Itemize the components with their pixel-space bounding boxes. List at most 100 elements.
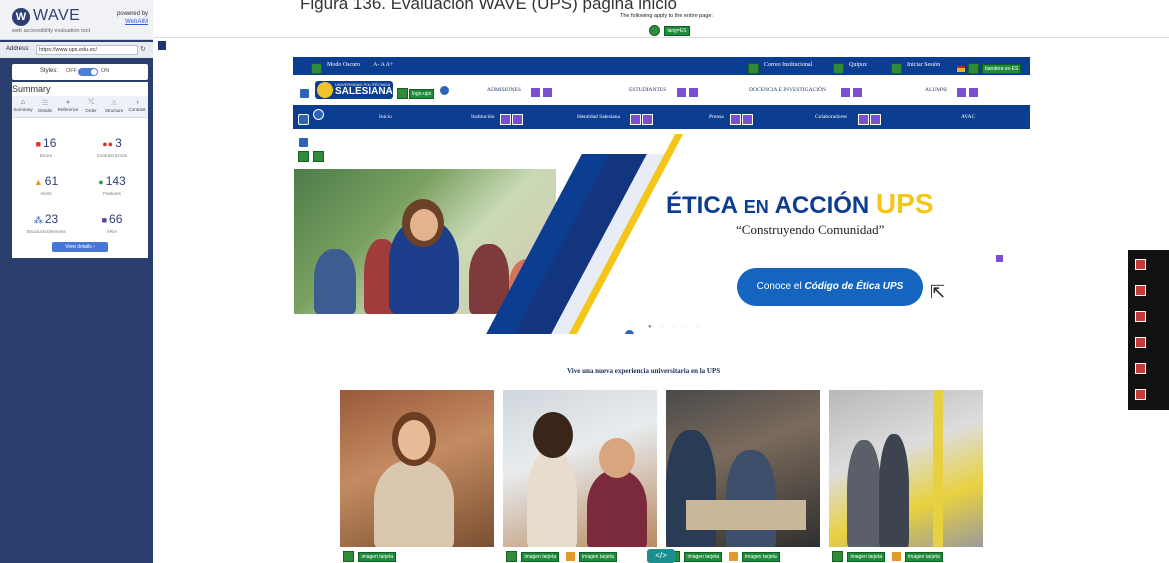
- social-stack: [1128, 250, 1169, 410]
- stat-errors[interactable]: ■ 16 Errors: [16, 134, 76, 158]
- link-error-icon[interactable]: [1135, 389, 1146, 400]
- code-toggle-button[interactable]: </>: [647, 549, 675, 563]
- error-icon: ■: [35, 139, 42, 149]
- stat-aria[interactable]: ■ 66 ARIA: [82, 210, 142, 234]
- order-icon: ⤭: [88, 99, 94, 106]
- feature-icon: [311, 60, 322, 78]
- summary-panel: Summary ⌂ Summary ☰ Details ● Reference ⤭ Or…: [12, 82, 148, 258]
- nav-alumni[interactable]: ALUMNI: [925, 87, 947, 93]
- address-bar: Address: https://www.ups.edu.ec/ ↻: [0, 42, 153, 58]
- styles-toggle[interactable]: [78, 68, 98, 76]
- language-icon[interactable]: [649, 25, 660, 37]
- nav-badges: [729, 111, 753, 129]
- subnav-avac[interactable]: AVAC: [961, 114, 975, 120]
- ups-logo[interactable]: UNIVERSIDAD POLITÉCNICA SALESIANA: [315, 81, 393, 99]
- lang-tag[interactable]: lang=ES: [664, 25, 690, 36]
- feature-icon: ●: [98, 177, 104, 187]
- tab-details[interactable]: ☰ Details: [34, 96, 56, 118]
- link-error-icon[interactable]: [1135, 363, 1146, 374]
- link-error-icon[interactable]: [1135, 285, 1146, 296]
- ups-logo-line2: SALESIANA: [335, 86, 393, 97]
- stat-features[interactable]: ● 143 Features: [82, 172, 142, 196]
- wave-logo[interactable]: WAVE: [33, 7, 80, 25]
- list-icon: [299, 85, 310, 103]
- ups-shield-icon: [317, 82, 333, 98]
- feature-icon: [298, 148, 324, 166]
- tab-order[interactable]: ⤭ Order: [80, 96, 102, 118]
- dark-mode-link[interactable]: Modo Oscuro: [327, 62, 360, 68]
- tab-summary[interactable]: ⌂ Summary: [12, 96, 34, 118]
- hero-subtitle: “Construyendo Comunidad”: [736, 222, 885, 237]
- aria-icon: ■: [101, 215, 108, 225]
- card-image-1[interactable]: [340, 390, 494, 547]
- subnav-prensa[interactable]: Prensa: [709, 114, 724, 120]
- styles-toggle-row: Styles: OFF ON: [12, 64, 148, 80]
- section-title: Vive una nueva experiencia universitaria…: [567, 367, 721, 375]
- list-icon: [298, 111, 309, 129]
- card-image-2[interactable]: [503, 390, 657, 547]
- flag-icon: [957, 60, 965, 78]
- cursor-icon: ⇱: [930, 282, 946, 302]
- structure-icon[interactable]: [157, 40, 167, 51]
- link-error-icon[interactable]: [1135, 311, 1146, 322]
- wave-header: W WAVE web accessibility evaluation tool…: [0, 0, 153, 40]
- alt-icon: [397, 85, 408, 103]
- logo-tag: logo-ups: [409, 85, 435, 103]
- nav-badges: [857, 111, 881, 129]
- sub-navigation: Inicio Institución Identidad Salesiana P…: [293, 105, 1030, 129]
- subnav-institucion[interactable]: Institución: [471, 114, 495, 120]
- feature-icon: [891, 60, 902, 78]
- view-details-button[interactable]: View details ›: [52, 242, 108, 252]
- page-preview: The following apply to the entire page: …: [153, 0, 1169, 563]
- card-tags-3: imagen tarjeta imagen tarjeta: [669, 548, 780, 563]
- list-icon: ☰: [41, 100, 49, 107]
- bandera-tag: bandera es-ES: [982, 60, 1022, 78]
- hero-title: ÉTICA EN ACCIÓN UPS: [666, 188, 934, 219]
- codigo-etica-button[interactable]: Conoce el Código de Ética UPS: [737, 268, 923, 306]
- stat-contrast[interactable]: ●● 3 Contrast Errors: [82, 134, 142, 158]
- powered-by: powered by WebAIM: [108, 10, 148, 26]
- stat-structural[interactable]: ⁂ 23 Structural Elements: [16, 210, 76, 234]
- feature-icon: [748, 60, 759, 78]
- font-size-controls[interactable]: A- A A+: [373, 62, 393, 68]
- nav-estudiantes[interactable]: ESTUDIANTES: [629, 87, 666, 93]
- link-error-icon[interactable]: [1135, 259, 1146, 270]
- nav-admisiones[interactable]: ADMISIONES: [487, 87, 521, 93]
- styles-on-label: ON: [101, 68, 110, 74]
- nav-badges: [675, 84, 699, 102]
- summary-title: Summary: [12, 84, 51, 94]
- tab-reference[interactable]: ● Reference: [57, 96, 79, 118]
- subnav-colaboradores[interactable]: Colaboradores: [815, 114, 847, 120]
- subnav-identidad[interactable]: Identidad Salesiana: [577, 114, 620, 120]
- card-image-4[interactable]: [829, 390, 983, 547]
- login-link[interactable]: Iniciar Sesión: [907, 62, 940, 68]
- wave-tabs: ⌂ Summary ☰ Details ● Reference ⤭ Order ⚠ Str…: [12, 96, 148, 118]
- tab-contrast[interactable]: ◑ Contrast: [126, 96, 148, 118]
- carousel-icon: [624, 326, 635, 334]
- card-image-3[interactable]: [666, 390, 820, 547]
- nav-badges: [629, 111, 653, 129]
- carousel-dots[interactable]: ● · · · ·: [648, 324, 702, 330]
- wave-tagline: web accessibility evaluation tool: [12, 28, 90, 34]
- nav-badges: [839, 84, 863, 102]
- reload-icon[interactable]: ↻: [140, 45, 146, 53]
- address-input[interactable]: https://www.ups.edu.ec/: [36, 45, 138, 55]
- contrast-error-icon: ●●: [102, 139, 114, 149]
- stat-alerts[interactable]: ▲ 61 Alerts: [16, 172, 76, 196]
- feature-icon: [968, 60, 979, 78]
- hero-banner[interactable]: ÉTICA EN ACCIÓN UPS “Construyendo Comuni…: [294, 134, 1030, 334]
- home-icon: ⌂: [20, 99, 26, 106]
- card-tags-4: imagen tarjeta imagen tarjeta: [832, 548, 943, 563]
- figure-caption: Figura 136. Evaluación WAVE (UPS) página…: [300, 0, 678, 13]
- contrast-icon: ◑: [134, 99, 140, 106]
- nav-badges: [955, 84, 979, 102]
- correo-link[interactable]: Correo Institucional: [764, 62, 812, 68]
- nav-badges: [499, 111, 523, 129]
- tab-structure[interactable]: ⚠ Structure: [103, 96, 125, 118]
- webaim-link[interactable]: WebAIM: [125, 19, 148, 25]
- quipux-link[interactable]: Quipux: [849, 62, 867, 68]
- styles-off-label: OFF: [66, 68, 77, 74]
- nav-docencia[interactable]: DOCENCIA E INVESTIGACIÓN: [749, 87, 826, 93]
- link-error-icon[interactable]: [1135, 337, 1146, 348]
- subnav-inicio[interactable]: Inicio: [379, 114, 392, 120]
